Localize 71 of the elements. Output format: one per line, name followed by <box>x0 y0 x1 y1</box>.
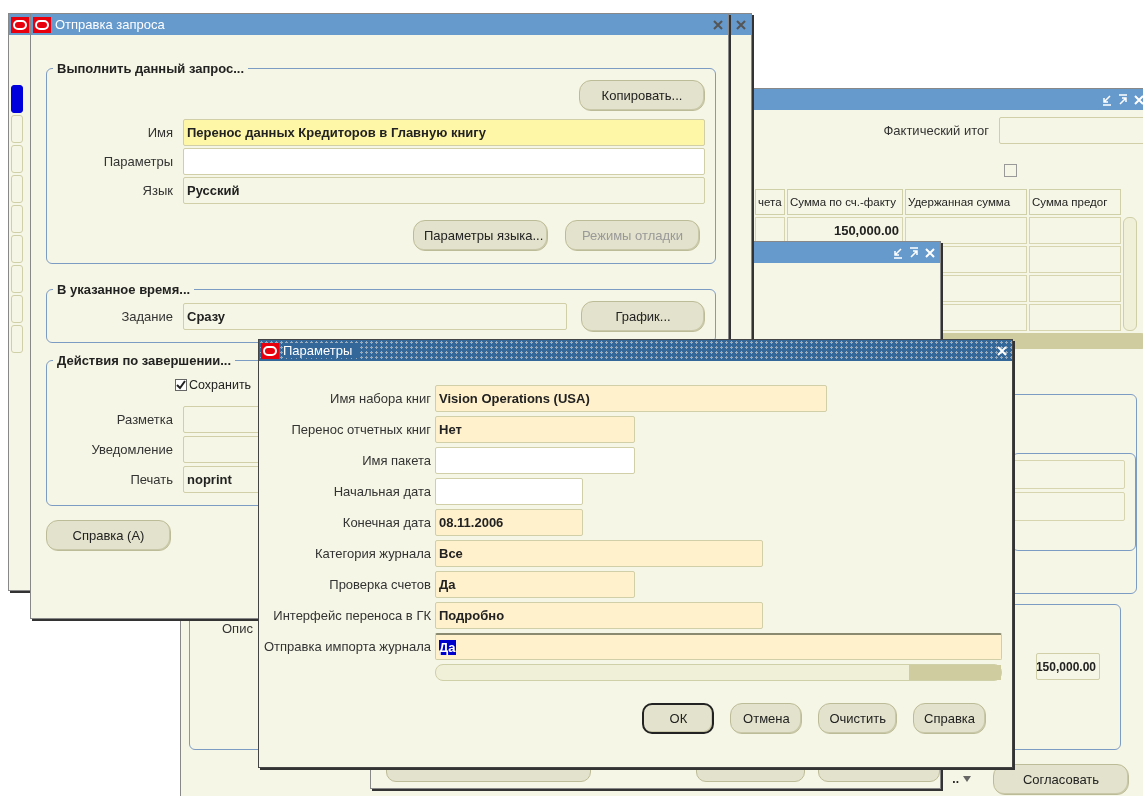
tab[interactable] <box>11 85 23 113</box>
section-title: Выполнить данный запрос... <box>56 61 246 76</box>
close-icon[interactable] <box>735 18 747 31</box>
field-label: Язык <box>141 183 173 198</box>
field-label: Категория журнала <box>313 546 431 561</box>
input-field[interactable] <box>435 478 583 505</box>
window-title: Параметры <box>283 343 359 358</box>
input-field[interactable]: Vision Operations (USA) <box>435 385 827 412</box>
field-label: Отправка импорта журнала <box>263 639 431 654</box>
dialog-button[interactable]: Очистить <box>818 703 897 734</box>
column-header: Сумма предог <box>1029 189 1121 215</box>
checkbox[interactable] <box>1004 164 1017 177</box>
section-title: Действия по завершении... <box>56 353 233 368</box>
approve-button[interactable]: Согласовать <box>993 764 1129 795</box>
field-label: Перенос отчетных книг <box>290 422 431 437</box>
field-label: Имя пакета <box>361 453 431 468</box>
table-cell[interactable] <box>1029 304 1121 331</box>
input-field[interactable]: Да <box>435 633 1002 660</box>
field-label: Проверка счетов <box>328 577 431 592</box>
copy-button[interactable]: Копировать... <box>579 80 705 111</box>
field-label: Конечная дата <box>341 515 431 530</box>
field-label: Имя набора книг <box>329 391 431 406</box>
field-label: Разметка <box>115 412 173 427</box>
input-field[interactable] <box>183 148 705 175</box>
help-button[interactable]: Справка (А) <box>46 520 171 551</box>
dialog-button[interactable]: Справка <box>913 703 986 734</box>
input-field[interactable]: 08.11.2006 <box>435 509 583 536</box>
scrollbar[interactable] <box>1123 217 1137 331</box>
column-header: Сумма по сч.-факту <box>787 189 903 215</box>
input-field[interactable]: Сразу <box>183 303 567 330</box>
checkbox-label: Сохранить <box>189 378 252 392</box>
table-cell[interactable] <box>1029 246 1121 273</box>
input-field[interactable] <box>435 447 635 474</box>
caret-icon <box>963 776 971 782</box>
input-field[interactable]: Все <box>435 540 763 567</box>
column-header: Удержанная сумма <box>905 189 1027 215</box>
language-button[interactable]: Параметры языка... <box>413 220 548 251</box>
dialog-button[interactable]: ОК <box>642 703 715 734</box>
oracle-logo-icon <box>261 342 279 359</box>
minimize-icon[interactable] <box>892 246 904 259</box>
schedule-button[interactable]: График... <box>581 301 705 332</box>
input-field[interactable]: Перенос данных Кредиторов в Главную книгу <box>183 119 705 146</box>
close-icon[interactable] <box>712 18 724 31</box>
field-label: Уведомление <box>90 442 173 457</box>
checkbox[interactable] <box>175 379 187 391</box>
field-label: Фактический итог <box>883 123 989 138</box>
field-label: Задание <box>120 309 173 324</box>
dropdown[interactable]: .. <box>952 764 971 794</box>
field-label: Параметры <box>102 154 173 169</box>
field-label: Начальная дата <box>332 484 431 499</box>
maximize-icon[interactable] <box>1117 93 1129 106</box>
input-field[interactable]: Да <box>435 571 635 598</box>
column-header: чета <box>755 189 785 215</box>
maximize-icon[interactable] <box>908 246 920 259</box>
scrollbar[interactable] <box>435 664 1002 681</box>
input-field[interactable]: Нет <box>435 416 635 443</box>
field-label: Интерфейс переноса в ГК <box>272 608 431 623</box>
input-field[interactable] <box>999 117 1143 144</box>
input-field[interactable]: Подробно <box>435 602 763 629</box>
oracle-logo-icon <box>33 16 51 33</box>
minimize-icon[interactable] <box>1101 93 1113 106</box>
table-cell[interactable] <box>1029 275 1121 302</box>
dialog-button[interactable]: Отмена <box>730 703 803 734</box>
field-label: Имя <box>146 125 173 140</box>
field-label: Опис <box>222 621 253 638</box>
table-cell[interactable] <box>1029 217 1121 244</box>
input-field[interactable]: Русский <box>183 177 705 204</box>
amount-field[interactable]: 150,000.00 <box>1036 653 1100 680</box>
field-label: Печать <box>129 472 173 487</box>
section-title: В указанное время... <box>56 282 192 297</box>
oracle-logo-icon <box>11 16 29 33</box>
